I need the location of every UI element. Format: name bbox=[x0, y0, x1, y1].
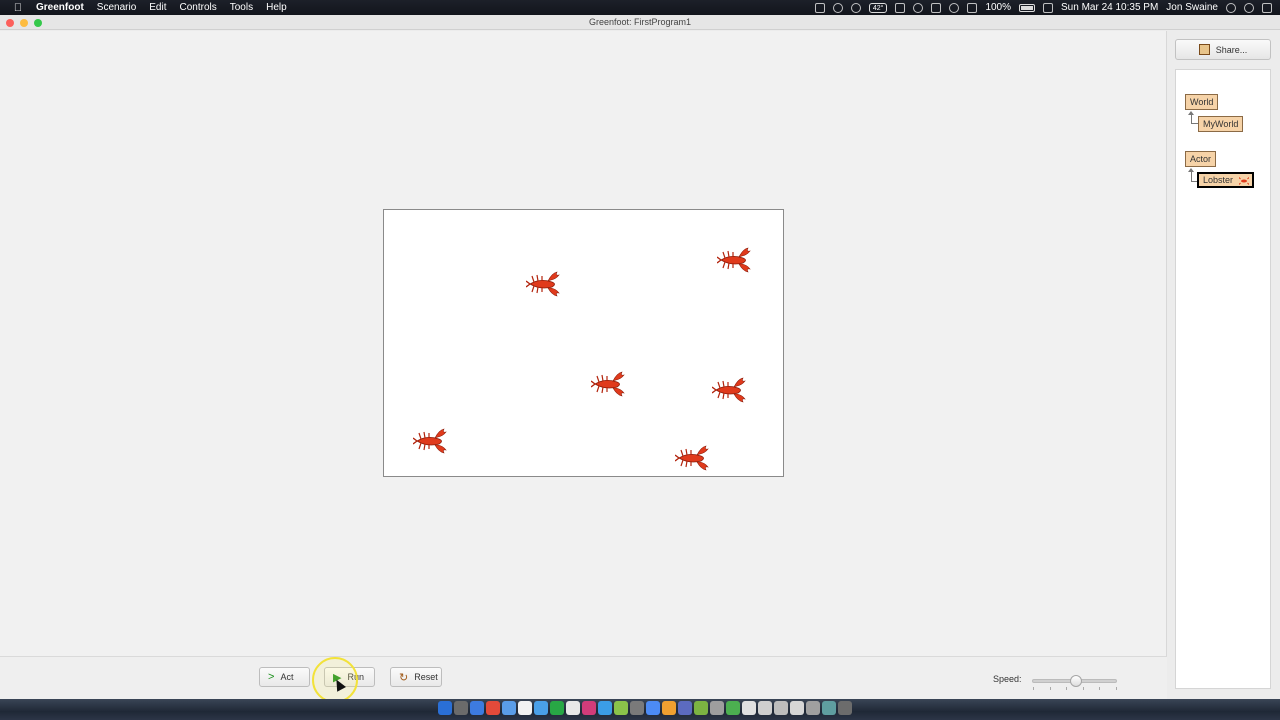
speed-tick bbox=[1116, 687, 1117, 690]
class-diagram: World MyWorld Actor Lobster bbox=[1175, 69, 1271, 689]
speed-slider-thumb[interactable] bbox=[1069, 675, 1082, 687]
dock-app-icon[interactable] bbox=[662, 701, 676, 715]
dock-app-icon[interactable] bbox=[534, 701, 548, 715]
dock-app-icon[interactable] bbox=[646, 701, 660, 715]
dock-app-icon[interactable] bbox=[550, 701, 564, 715]
cloud-status-icon[interactable] bbox=[832, 2, 843, 13]
world-canvas[interactable] bbox=[383, 209, 784, 477]
menu-controls[interactable]: Controls bbox=[179, 2, 216, 13]
lobster-3-actor[interactable] bbox=[591, 368, 625, 400]
speed-label: Speed: bbox=[993, 674, 1022, 684]
dock-app-icon[interactable] bbox=[454, 701, 468, 715]
class-myworld[interactable]: MyWorld bbox=[1198, 116, 1244, 132]
reset-icon: ↻ bbox=[399, 671, 409, 684]
bluetooth-icon[interactable] bbox=[931, 2, 942, 13]
weather-status[interactable]: 42° bbox=[868, 2, 888, 13]
speed-tick bbox=[1066, 687, 1068, 690]
lobster-1-actor[interactable] bbox=[526, 268, 560, 300]
wifi-icon[interactable] bbox=[949, 2, 960, 13]
dock-app-icon[interactable] bbox=[614, 701, 628, 715]
dock-app-icon[interactable] bbox=[566, 701, 580, 715]
zoom-window-icon[interactable] bbox=[34, 19, 42, 27]
dock-app-icon[interactable] bbox=[790, 701, 804, 715]
status-area: 42° 100% Sun Mar 24 10:35 PM Jon Swaine bbox=[814, 0, 1272, 15]
reset-label: Reset bbox=[414, 672, 438, 682]
share-icon bbox=[1198, 44, 1210, 55]
menu-edit[interactable]: Edit bbox=[149, 2, 166, 13]
speed-tick bbox=[1049, 687, 1051, 690]
record-status-icon[interactable] bbox=[850, 2, 861, 13]
speed-tick bbox=[1099, 687, 1101, 690]
menu-scenario[interactable]: Scenario bbox=[97, 2, 136, 13]
dock-app-icon[interactable] bbox=[694, 701, 708, 715]
spotlight-search-icon[interactable] bbox=[1226, 2, 1236, 13]
dock-app-icon[interactable] bbox=[518, 701, 532, 715]
menu-help[interactable]: Help bbox=[266, 2, 287, 13]
share-button[interactable]: Share... bbox=[1175, 39, 1271, 60]
dock-icons bbox=[438, 701, 852, 717]
dock-app-icon[interactable] bbox=[838, 701, 852, 715]
user-name[interactable]: Jon Swaine bbox=[1166, 2, 1218, 13]
app-status-icon[interactable] bbox=[895, 2, 906, 13]
dock-app-icon[interactable] bbox=[486, 701, 500, 715]
apple-menu-icon[interactable]:  bbox=[0, 2, 36, 14]
dock-app-icon[interactable] bbox=[678, 701, 692, 715]
window-controls bbox=[6, 19, 42, 27]
time-machine-icon[interactable] bbox=[913, 2, 924, 13]
clock[interactable]: Sun Mar 24 10:35 PM bbox=[1061, 2, 1158, 13]
greenfoot-window: Greenfoot: FirstProgram1 > Act ▶ Run ↻ R… bbox=[0, 15, 1280, 699]
world-area: > Act ▶ Run ↻ Reset Speed: bbox=[0, 31, 1167, 699]
display-icon[interactable] bbox=[1043, 2, 1054, 13]
font-status-icon[interactable] bbox=[814, 2, 825, 13]
act-label: Act bbox=[280, 672, 294, 682]
inheritance-line bbox=[1191, 115, 1198, 124]
speed-slider[interactable] bbox=[1032, 675, 1117, 690]
window-titlebar: Greenfoot: FirstProgram1 bbox=[0, 15, 1280, 30]
dock-app-icon[interactable] bbox=[774, 701, 788, 715]
lobster-5-actor[interactable] bbox=[413, 425, 447, 457]
lobster-2-actor[interactable] bbox=[717, 244, 751, 276]
menu-bar:  Greenfoot Scenario Edit Controls Tools… bbox=[0, 0, 1280, 15]
dock-app-icon[interactable] bbox=[710, 701, 724, 715]
reset-button[interactable]: ↻ Reset bbox=[390, 667, 442, 687]
class-actor[interactable]: Actor bbox=[1185, 151, 1217, 167]
dock-app-icon[interactable] bbox=[630, 701, 644, 715]
window-title: Greenfoot: FirstProgram1 bbox=[588, 17, 692, 27]
battery-percent[interactable]: 100% bbox=[985, 2, 1011, 13]
dock bbox=[0, 699, 1280, 720]
lobster-icon bbox=[1238, 176, 1249, 185]
dock-app-icon[interactable] bbox=[438, 701, 452, 715]
dock-app-icon[interactable] bbox=[470, 701, 484, 715]
dock-app-icon[interactable] bbox=[726, 701, 740, 715]
dock-app-icon[interactable] bbox=[822, 701, 836, 715]
dock-app-icon[interactable] bbox=[742, 701, 756, 715]
dock-app-icon[interactable] bbox=[502, 701, 516, 715]
speed-tick bbox=[1082, 687, 1084, 690]
speed-tick bbox=[1033, 687, 1034, 690]
class-world[interactable]: World bbox=[1185, 94, 1219, 110]
menu-tools[interactable]: Tools bbox=[230, 2, 253, 13]
dock-app-icon[interactable] bbox=[598, 701, 612, 715]
execution-controls: > Act ▶ Run ↻ Reset Speed: bbox=[0, 656, 1167, 699]
class-lobster-label: Lobster bbox=[1203, 175, 1234, 185]
minimize-window-icon[interactable] bbox=[20, 19, 28, 27]
lobster-6-actor[interactable] bbox=[675, 442, 709, 474]
side-panel: Share... World MyWorld Actor Lobster bbox=[1168, 31, 1280, 699]
menu-app-greenfoot[interactable]: Greenfoot bbox=[36, 2, 84, 13]
close-window-icon[interactable] bbox=[6, 19, 14, 27]
notification-center-icon[interactable] bbox=[1262, 2, 1272, 13]
act-icon: > bbox=[268, 671, 275, 683]
dock-app-icon[interactable] bbox=[806, 701, 820, 715]
dock-app-icon[interactable] bbox=[758, 701, 772, 715]
lobster-4-actor[interactable] bbox=[712, 374, 746, 406]
battery-icon[interactable] bbox=[1019, 3, 1036, 12]
act-button[interactable]: > Act bbox=[259, 667, 310, 687]
class-lobster[interactable]: Lobster bbox=[1197, 172, 1254, 188]
share-label: Share... bbox=[1215, 44, 1248, 55]
volume-icon[interactable] bbox=[967, 2, 978, 13]
siri-icon[interactable] bbox=[1244, 2, 1254, 13]
dock-app-icon[interactable] bbox=[582, 701, 596, 715]
